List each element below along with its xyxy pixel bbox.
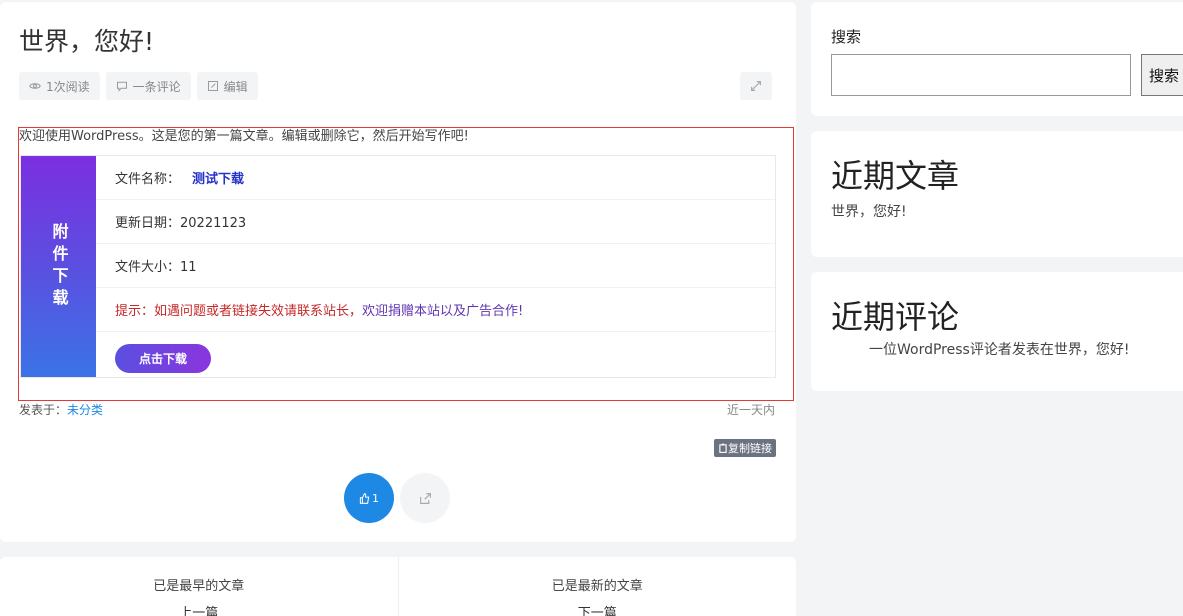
eye-icon (29, 83, 41, 89)
edit-chip[interactable]: 编辑 (196, 72, 258, 100)
copy-link-label: 复制链接 (728, 442, 772, 455)
search-widget: 搜索 搜索 (811, 2, 1183, 116)
like-button[interactable]: 1 (344, 473, 394, 523)
category-link[interactable]: 未分类 (67, 403, 103, 417)
post-navigation: 已是最早的文章 上一篇 已是最新的文章 下一篇 (0, 557, 796, 616)
recent-posts-title: 近期文章 (831, 157, 960, 195)
next-label: 下一篇 (577, 606, 617, 616)
read-count-chip: 1次阅读 (19, 72, 100, 100)
thumbs-up-icon (359, 492, 370, 504)
post-meta: 1次阅读 一条评论 编辑 (19, 72, 258, 100)
prev-note: 已是最早的文章 (153, 579, 245, 594)
recent-comments-widget: 近期评论 一位WordPress评论者发表在世界，您好! (811, 272, 1183, 391)
share-button[interactable] (400, 473, 450, 523)
copy-link-button[interactable]: 复制链接 (714, 439, 776, 457)
comment-count-chip[interactable]: 一条评论 (105, 72, 191, 100)
posted-in-label: 发表于： (19, 403, 68, 417)
search-label: 搜索 (831, 28, 862, 46)
recent-posts-widget: 近期文章 世界，您好! (811, 131, 1183, 257)
next-post[interactable]: 已是最新的文章 下一篇 (397, 557, 797, 616)
read-count: 1次阅读 (46, 79, 90, 94)
expand-icon (751, 81, 761, 91)
edit-label: 编辑 (223, 79, 248, 94)
post-title: 世界，您好! (19, 27, 155, 56)
prev-post[interactable]: 已是最早的文章 上一篇 (0, 557, 398, 616)
posted-in: 发表于：未分类 (19, 401, 103, 418)
search-button[interactable]: 搜索 (1141, 54, 1183, 96)
comment-count: 一条评论 (132, 79, 181, 94)
like-count: 1 (372, 491, 379, 505)
edit-icon (207, 81, 218, 91)
posted-time: 近一天内 (726, 403, 775, 417)
highlight-frame (18, 127, 794, 401)
prev-label: 上一篇 (179, 606, 219, 616)
comment-icon (116, 81, 127, 92)
search-input[interactable] (831, 54, 1131, 96)
share-icon (419, 492, 431, 504)
recent-comment-link[interactable]: 一位WordPress评论者发表在世界，您好! (869, 339, 1129, 359)
expand-button[interactable] (740, 72, 772, 100)
clipboard-icon (719, 443, 727, 453)
next-note: 已是最新的文章 (551, 579, 643, 594)
recent-comments-title: 近期评论 (831, 298, 960, 336)
recent-post-link[interactable]: 世界，您好! (831, 201, 907, 221)
